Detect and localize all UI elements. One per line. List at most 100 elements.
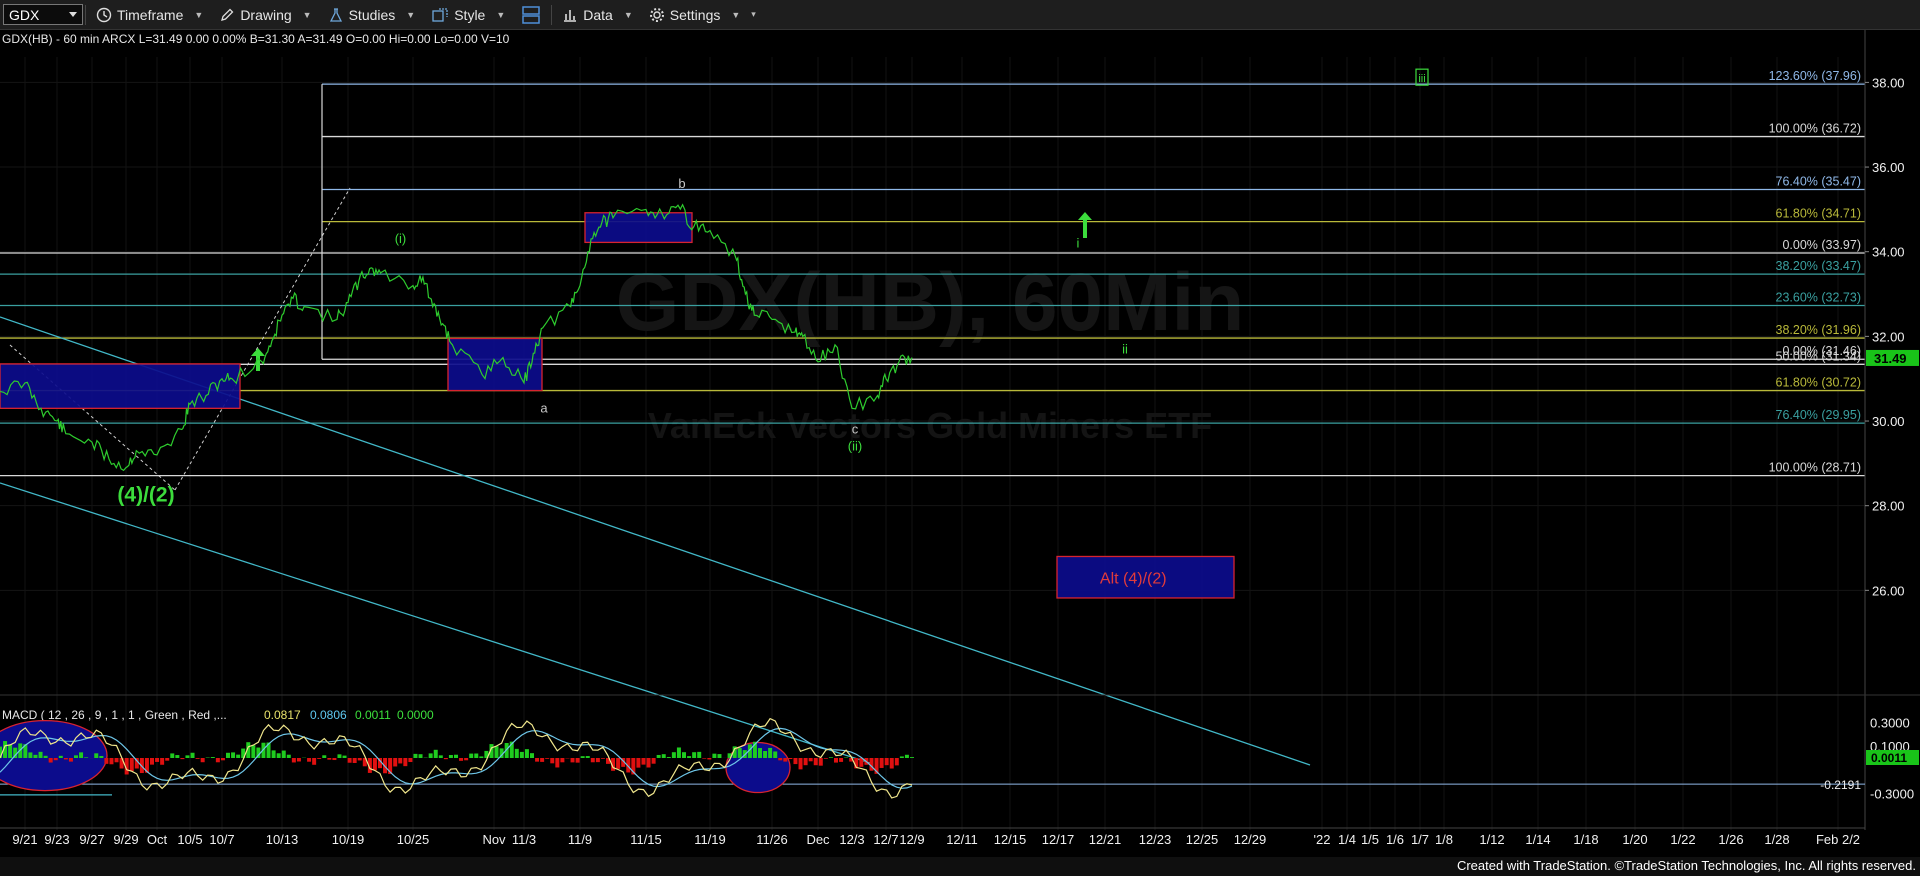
macd-value: 0.0000 xyxy=(397,708,434,722)
macd-value: 0.0817 xyxy=(264,708,301,722)
fib-label: 100.00% (36.72) xyxy=(1769,122,1861,136)
time-tick-label: Dec xyxy=(806,832,830,847)
price-tick-label: 28.00 xyxy=(1872,499,1905,514)
time-tick-label: 1/6 xyxy=(1386,832,1404,847)
credit-text: Created with TradeStation. ©TradeStation… xyxy=(1456,858,1916,873)
price-tick-label: 34.00 xyxy=(1872,245,1905,260)
fib-label: 38.20% (33.47) xyxy=(1776,259,1861,273)
time-tick-label: 9/29 xyxy=(113,832,138,847)
time-tick-label: 1/20 xyxy=(1622,832,1647,847)
fib-label: 123.60% (37.96) xyxy=(1769,69,1861,83)
time-tick-label: '22 xyxy=(1314,832,1331,847)
dropdown-arrow-icon xyxy=(69,12,77,17)
price-tick-label: 26.00 xyxy=(1872,583,1905,598)
time-tick-label: 10/25 xyxy=(397,832,430,847)
price-tick-label: 30.00 xyxy=(1872,414,1905,429)
fib-label: 76.40% (29.95) xyxy=(1776,408,1861,422)
fib-label: 0.00% (33.97) xyxy=(1782,238,1861,252)
time-tick-label: 12/3 xyxy=(839,832,864,847)
symbol-input[interactable]: GDX xyxy=(3,4,83,25)
time-tick-label: 12/11 xyxy=(946,832,978,847)
time-tick-label: 12/9 xyxy=(899,832,924,847)
price-tick-label: 32.00 xyxy=(1872,329,1905,344)
time-tick-label: 9/27 xyxy=(79,832,104,847)
time-tick-label: 1/18 xyxy=(1573,832,1598,847)
price-axis: 26.00 28.00 30.00 32.00 34.00 36.00 38.00 31.49 xyxy=(1864,30,1920,857)
clock-icon xyxy=(96,7,112,23)
time-tick-label: 9/21 xyxy=(12,832,37,847)
time-tick-label: Oct xyxy=(147,832,168,847)
time-tick-label: 10/7 xyxy=(209,832,234,847)
wave-label: (i) xyxy=(395,231,407,246)
macd-label: MACD ( 12 , 26 , 9 , 1 , 1 , Green , Red… xyxy=(2,708,227,722)
more-caret-icon: ▾ xyxy=(751,9,756,19)
gear-icon xyxy=(649,7,665,23)
macd-value: 0.0011 xyxy=(355,708,391,722)
drawing-label: Drawing xyxy=(240,6,292,23)
style-menu[interactable]: Style ▼ xyxy=(423,0,513,29)
macd-current-label: 0.0011 xyxy=(1871,751,1907,765)
chart-header-info: GDX(HB) - 60 min ARCX L=31.49 0.00 0.00%… xyxy=(2,32,510,46)
macd-tick-label: 0.3000 xyxy=(1870,715,1910,730)
studies-label: Studies xyxy=(348,6,396,23)
time-tick-label: 10/19 xyxy=(332,832,365,847)
caret-down-icon: ▼ xyxy=(623,9,633,20)
fib-label: 76.40% (35.47) xyxy=(1776,174,1861,188)
macd-value: 0.0806 xyxy=(310,708,347,722)
fib-label: 50.00% (31.34) xyxy=(1776,349,1861,363)
macd-tick-label: -0.3000 xyxy=(1870,787,1914,802)
time-tick-label: 11/19 xyxy=(694,832,726,847)
time-tick-label: 11/3 xyxy=(512,832,536,847)
wave-label: ii xyxy=(1122,341,1128,356)
studies-flask-icon xyxy=(328,7,344,23)
time-tick-label: 10/5 xyxy=(177,832,202,847)
caret-down-icon: ▼ xyxy=(194,9,204,20)
drawing-menu[interactable]: Drawing ▼ xyxy=(211,0,319,29)
price-tick-label: 36.00 xyxy=(1872,160,1905,175)
layout-icon xyxy=(521,5,541,25)
time-tick-label: 1/5 xyxy=(1361,832,1379,847)
watermark-subtitle: VanEck Vectors Gold Miners ETF xyxy=(648,405,1212,446)
bar-chart-icon xyxy=(562,7,578,23)
fib-label: 100.00% (28.71) xyxy=(1769,461,1861,475)
time-tick-label: Nov xyxy=(482,832,506,847)
style-label: Style xyxy=(454,6,486,23)
time-tick-label: 12/23 xyxy=(1139,832,1172,847)
caret-down-icon: ▼ xyxy=(406,9,416,20)
time-tick-label: 12/17 xyxy=(1042,832,1075,847)
wave-label: iii xyxy=(1418,73,1425,85)
settings-menu[interactable]: Settings ▼ ▾ xyxy=(641,0,764,29)
caret-down-icon: ▼ xyxy=(731,9,741,20)
time-tick-label: 12/25 xyxy=(1186,832,1219,847)
timeframe-menu[interactable]: Timeframe ▼ xyxy=(88,0,211,29)
studies-menu[interactable]: Studies ▼ xyxy=(320,0,424,29)
fib-label: 38.20% (31.96) xyxy=(1776,323,1861,337)
watermark-title: GDX(HB), 60Min xyxy=(616,257,1245,348)
last-price-label: 31.49 xyxy=(1874,351,1907,366)
time-tick-label: 1/12 xyxy=(1479,832,1504,847)
price-axis-background xyxy=(1865,30,1920,857)
time-tick-label: 10/13 xyxy=(266,832,299,847)
toolbar: GDX Timeframe ▼ Drawing ▼ Studies ▼ Styl… xyxy=(0,0,1920,30)
price-chart[interactable]: GDX(HB), 60Min VanEck Vectors Gold Miner… xyxy=(0,30,1920,857)
toolbar-separator xyxy=(551,4,553,25)
time-tick-label: 1/26 xyxy=(1718,832,1743,847)
time-tick-label: 12/21 xyxy=(1089,832,1122,847)
wave-label: c xyxy=(852,422,859,437)
time-tick-label: 11/9 xyxy=(568,832,592,847)
time-tick-label: 1/4 xyxy=(1338,832,1356,847)
wave-label: (ii) xyxy=(848,439,862,454)
data-menu[interactable]: Data ▼ xyxy=(554,0,641,29)
pencil-icon xyxy=(219,7,235,23)
caret-down-icon: ▼ xyxy=(302,9,312,20)
data-label: Data xyxy=(583,6,613,23)
price-tick-label: 38.00 xyxy=(1872,75,1905,90)
layout-button[interactable] xyxy=(513,0,549,29)
settings-label: Settings xyxy=(669,6,721,23)
wave-label-alt: Alt (4)/(2) xyxy=(1100,570,1167,587)
style-icon xyxy=(431,7,449,23)
footer: Created with TradeStation. ©TradeStation… xyxy=(0,857,1920,876)
wave-label: i xyxy=(1077,235,1080,250)
time-tick-label: 1/22 xyxy=(1670,832,1695,847)
toolbar-separator xyxy=(85,4,86,25)
